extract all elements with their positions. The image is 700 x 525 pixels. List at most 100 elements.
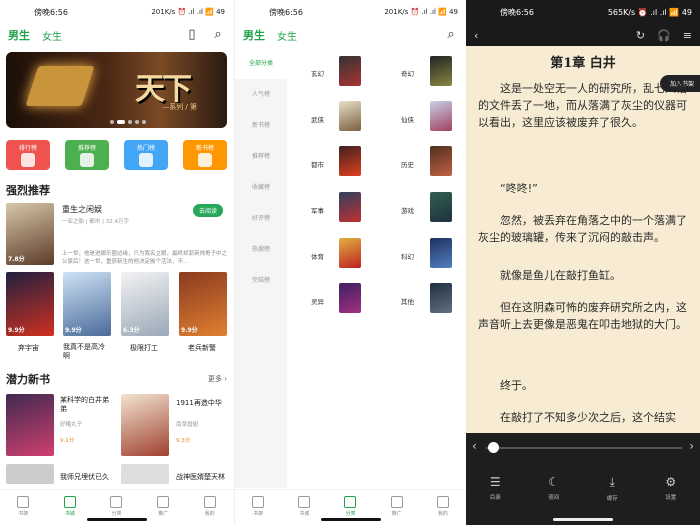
book-cover[interactable] <box>121 464 169 484</box>
chip-new[interactable]: 新书榜 <box>183 140 227 170</box>
search-icon[interactable]: ⌕ <box>444 28 458 42</box>
book-cover[interactable]: 9.9分 <box>6 272 54 336</box>
tab-bookstore[interactable]: 书城 <box>298 496 311 517</box>
tab-female[interactable]: 女生 <box>277 28 297 43</box>
book-cover[interactable] <box>121 394 169 456</box>
book-author: 南草眉翅 <box>176 422 199 428</box>
book-cover[interactable]: 9.9分 <box>179 272 227 336</box>
category-cover[interactable] <box>430 283 452 313</box>
tab-bookshelf[interactable]: 书架 <box>17 496 30 517</box>
book-title[interactable]: 战神医婿楚天林 <box>176 472 225 482</box>
category-label[interactable]: 军事 <box>311 205 324 215</box>
featured-book-desc: 上一世，他是进娱乐圈边缘，只为我名立眼，最终却郭英帅男子中之公豪后！这一世，重获… <box>62 251 227 265</box>
category-cover[interactable] <box>430 101 452 131</box>
category-label[interactable]: 武侠 <box>311 114 324 124</box>
search-icon[interactable]: ⌕ <box>211 28 225 42</box>
sidebar-item[interactable]: 全部分类 <box>235 48 287 79</box>
category-cover[interactable] <box>339 56 361 86</box>
menu-icon[interactable]: ≡ <box>683 29 692 42</box>
book-title[interactable]: 我师兄埋伏已久 <box>60 472 109 482</box>
tab-share[interactable]: 推广 <box>390 496 403 517</box>
bookshelf-icon[interactable]: ▯ <box>185 28 199 42</box>
prev-chapter-icon[interactable]: ‹ <box>472 439 477 453</box>
section-title-strong: 强烈推荐 <box>6 184 50 197</box>
book-title[interactable]: 老兵新警 <box>188 343 216 353</box>
book-cover[interactable] <box>6 464 54 484</box>
featured-book-cover[interactable]: 7.8分 <box>6 203 54 265</box>
book-cover[interactable]: 6.3分 <box>121 272 169 336</box>
book-title[interactable]: 极限打工 <box>130 343 158 353</box>
headphones-icon[interactable]: 🎧 <box>657 29 671 42</box>
category-label[interactable]: 其他 <box>401 296 414 306</box>
book-title[interactable]: 某科学的白井弟弟 <box>60 396 115 414</box>
book-cover[interactable]: 9.9分 <box>63 272 111 336</box>
chip-hot[interactable]: 热门榜 <box>124 140 168 170</box>
category-label[interactable]: 体育 <box>311 251 324 261</box>
chip-rank[interactable]: 排行榜 <box>6 140 50 170</box>
category-label[interactable]: 仙侠 <box>401 114 414 124</box>
next-chapter-icon[interactable]: › <box>689 439 694 453</box>
banner-book-image <box>25 66 95 106</box>
tab-category[interactable]: 分类 <box>344 496 357 517</box>
featured-book-name[interactable]: 重生之闲娱 <box>62 204 102 215</box>
book-score: 9.3分 <box>176 438 191 444</box>
tab-mine[interactable]: 我的 <box>203 496 216 517</box>
tab-share[interactable]: 推广 <box>157 496 170 517</box>
book-title[interactable]: 1911再造中华 <box>176 398 222 408</box>
category-cover[interactable] <box>430 238 452 268</box>
sidebar-item[interactable]: 收藏榜 <box>235 172 287 203</box>
night-mode-button[interactable]: ☾ 夜间 <box>548 475 559 502</box>
sidebar-item[interactable]: 人气榜 <box>235 79 287 110</box>
category-label[interactable]: 玄幻 <box>311 68 324 78</box>
banner-subtitle: —系列 / 第 <box>162 103 197 111</box>
category-sidebar: 全部分类 人气榜 新书榜 推荐榜 收藏榜 好评榜 热搜榜 完结榜 <box>235 48 287 488</box>
sidebar-item[interactable]: 完结榜 <box>235 265 287 296</box>
tab-bookstore[interactable]: 书城 <box>63 496 76 517</box>
book-cover[interactable] <box>6 394 54 456</box>
banner-pager <box>110 120 146 124</box>
read-now-button[interactable]: 去阅读 <box>193 204 224 217</box>
tab-female[interactable]: 女生 <box>42 28 62 43</box>
top-header: 男生 女生 ⌕ <box>235 24 466 46</box>
category-label[interactable]: 都市 <box>311 159 324 169</box>
category-label[interactable]: 灵异 <box>311 296 324 306</box>
progress-slider[interactable] <box>486 447 682 449</box>
sidebar-item[interactable]: 新书榜 <box>235 110 287 141</box>
settings-button[interactable]: ⚙ 设置 <box>665 475 676 502</box>
sidebar-item[interactable]: 好评榜 <box>235 203 287 234</box>
tab-category[interactable]: 分类 <box>110 496 123 517</box>
category-label[interactable]: 游戏 <box>401 205 414 215</box>
ranking-chips: 排行榜 推荐榜 热门榜 新书榜 <box>6 140 227 170</box>
cache-button[interactable]: ⤓ 缓存 <box>607 475 618 502</box>
tab-mine[interactable]: 我的 <box>436 496 449 517</box>
home-indicator <box>320 518 381 521</box>
category-cover[interactable] <box>339 101 361 131</box>
download-icon: ⤓ <box>609 475 615 489</box>
category-cover[interactable] <box>339 238 361 268</box>
category-label[interactable]: 历史 <box>401 159 414 169</box>
chip-recommend[interactable]: 推荐榜 <box>65 140 109 170</box>
category-cover[interactable] <box>339 192 361 222</box>
progress-slider-handle[interactable] <box>488 442 499 453</box>
more-link[interactable]: 更多 › <box>208 374 227 384</box>
book-title[interactable]: 弃宇宙 <box>18 343 39 353</box>
category-label[interactable]: 科幻 <box>401 251 414 261</box>
category-cover[interactable] <box>430 56 452 86</box>
book-title[interactable]: 我真不是高冷啊 <box>63 343 111 361</box>
category-label[interactable]: 奇幻 <box>401 68 414 78</box>
category-cover[interactable] <box>339 146 361 176</box>
tab-male[interactable]: 男生 <box>8 27 30 43</box>
reader-actions: ☰ 目录 ☾ 夜间 ⤓ 缓存 ⚙ 设置 <box>466 475 700 502</box>
tab-bookshelf[interactable]: 书架 <box>252 496 265 517</box>
category-cover[interactable] <box>430 146 452 176</box>
back-icon[interactable]: ‹ <box>474 29 478 42</box>
sidebar-item[interactable]: 热搜榜 <box>235 234 287 265</box>
category-cover[interactable] <box>430 192 452 222</box>
catalog-button[interactable]: ☰ 目录 <box>490 475 501 502</box>
sidebar-item[interactable]: 推荐榜 <box>235 141 287 172</box>
featured-book-meta: 一亚之衡 | 都市 | 32.4万字 <box>62 219 129 225</box>
promo-banner[interactable]: 天下 —系列 / 第 <box>6 52 227 128</box>
tab-male[interactable]: 男生 <box>243 27 265 43</box>
refresh-icon[interactable]: ↻ <box>636 29 645 42</box>
category-cover[interactable] <box>339 283 361 313</box>
